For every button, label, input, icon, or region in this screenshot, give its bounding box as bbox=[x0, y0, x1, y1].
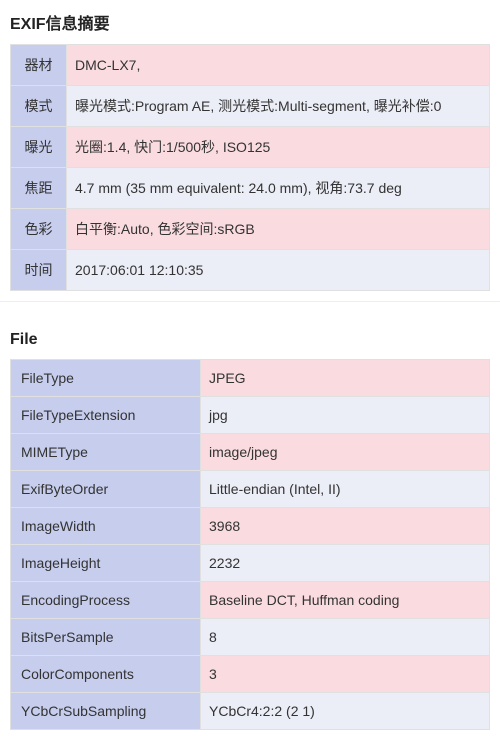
row-value: Little-endian (Intel, II) bbox=[201, 471, 490, 508]
row-label: EncodingProcess bbox=[11, 582, 201, 619]
row-value: 2232 bbox=[201, 545, 490, 582]
table-row: ColorComponents 3 bbox=[11, 656, 490, 693]
table-row: 器材 DMC-LX7, bbox=[11, 45, 490, 86]
row-label: FileType bbox=[11, 360, 201, 397]
row-value: 4.7 mm (35 mm equivalent: 24.0 mm), 视角:7… bbox=[67, 168, 490, 209]
row-label: 模式 bbox=[11, 86, 67, 127]
exif-summary-section: EXIF信息摘要 器材 DMC-LX7, 模式 曝光模式:Program AE,… bbox=[0, 0, 500, 301]
row-value: 光圈:1.4, 快门:1/500秒, ISO125 bbox=[67, 127, 490, 168]
row-value: 3 bbox=[201, 656, 490, 693]
table-row: 时间 2017:06:01 12:10:35 bbox=[11, 250, 490, 291]
row-value: 曝光模式:Program AE, 测光模式:Multi-segment, 曝光补… bbox=[67, 86, 490, 127]
section-gap bbox=[0, 301, 500, 321]
row-label: ImageWidth bbox=[11, 508, 201, 545]
table-row: FileTypeExtension jpg bbox=[11, 397, 490, 434]
row-value: 2017:06:01 12:10:35 bbox=[67, 250, 490, 291]
row-label: BitsPerSample bbox=[11, 619, 201, 656]
table-row: BitsPerSample 8 bbox=[11, 619, 490, 656]
row-label: 时间 bbox=[11, 250, 67, 291]
row-value: JPEG bbox=[201, 360, 490, 397]
row-value: DMC-LX7, bbox=[67, 45, 490, 86]
table-row: ImageHeight 2232 bbox=[11, 545, 490, 582]
file-section-title: File bbox=[10, 329, 490, 351]
row-value: image/jpeg bbox=[201, 434, 490, 471]
table-row: ImageWidth 3968 bbox=[11, 508, 490, 545]
row-value: Baseline DCT, Huffman coding bbox=[201, 582, 490, 619]
table-row: 曝光 光圈:1.4, 快门:1/500秒, ISO125 bbox=[11, 127, 490, 168]
row-value: 白平衡:Auto, 色彩空间:sRGB bbox=[67, 209, 490, 250]
row-value: 3968 bbox=[201, 508, 490, 545]
exif-summary-title: EXIF信息摘要 bbox=[10, 8, 490, 36]
row-label: 焦距 bbox=[11, 168, 67, 209]
row-label: 色彩 bbox=[11, 209, 67, 250]
row-value: jpg bbox=[201, 397, 490, 434]
table-row: FileType JPEG bbox=[11, 360, 490, 397]
row-label: 器材 bbox=[11, 45, 67, 86]
table-row: 模式 曝光模式:Program AE, 测光模式:Multi-segment, … bbox=[11, 86, 490, 127]
row-label: 曝光 bbox=[11, 127, 67, 168]
table-row: 色彩 白平衡:Auto, 色彩空间:sRGB bbox=[11, 209, 490, 250]
row-label: MIMEType bbox=[11, 434, 201, 471]
table-row: ExifByteOrder Little-endian (Intel, II) bbox=[11, 471, 490, 508]
table-row: YCbCrSubSampling YCbCr4:2:2 (2 1) bbox=[11, 693, 490, 730]
row-label: ColorComponents bbox=[11, 656, 201, 693]
exif-summary-table: 器材 DMC-LX7, 模式 曝光模式:Program AE, 测光模式:Mul… bbox=[10, 44, 490, 291]
file-section: File FileType JPEG FileTypeExtension jpg… bbox=[0, 321, 500, 740]
row-label: ExifByteOrder bbox=[11, 471, 201, 508]
file-table: FileType JPEG FileTypeExtension jpg MIME… bbox=[10, 359, 490, 730]
row-label: FileTypeExtension bbox=[11, 397, 201, 434]
row-value: YCbCr4:2:2 (2 1) bbox=[201, 693, 490, 730]
table-row: 焦距 4.7 mm (35 mm equivalent: 24.0 mm), 视… bbox=[11, 168, 490, 209]
row-label: YCbCrSubSampling bbox=[11, 693, 201, 730]
table-row: EncodingProcess Baseline DCT, Huffman co… bbox=[11, 582, 490, 619]
row-value: 8 bbox=[201, 619, 490, 656]
table-row: MIMEType image/jpeg bbox=[11, 434, 490, 471]
row-label: ImageHeight bbox=[11, 545, 201, 582]
